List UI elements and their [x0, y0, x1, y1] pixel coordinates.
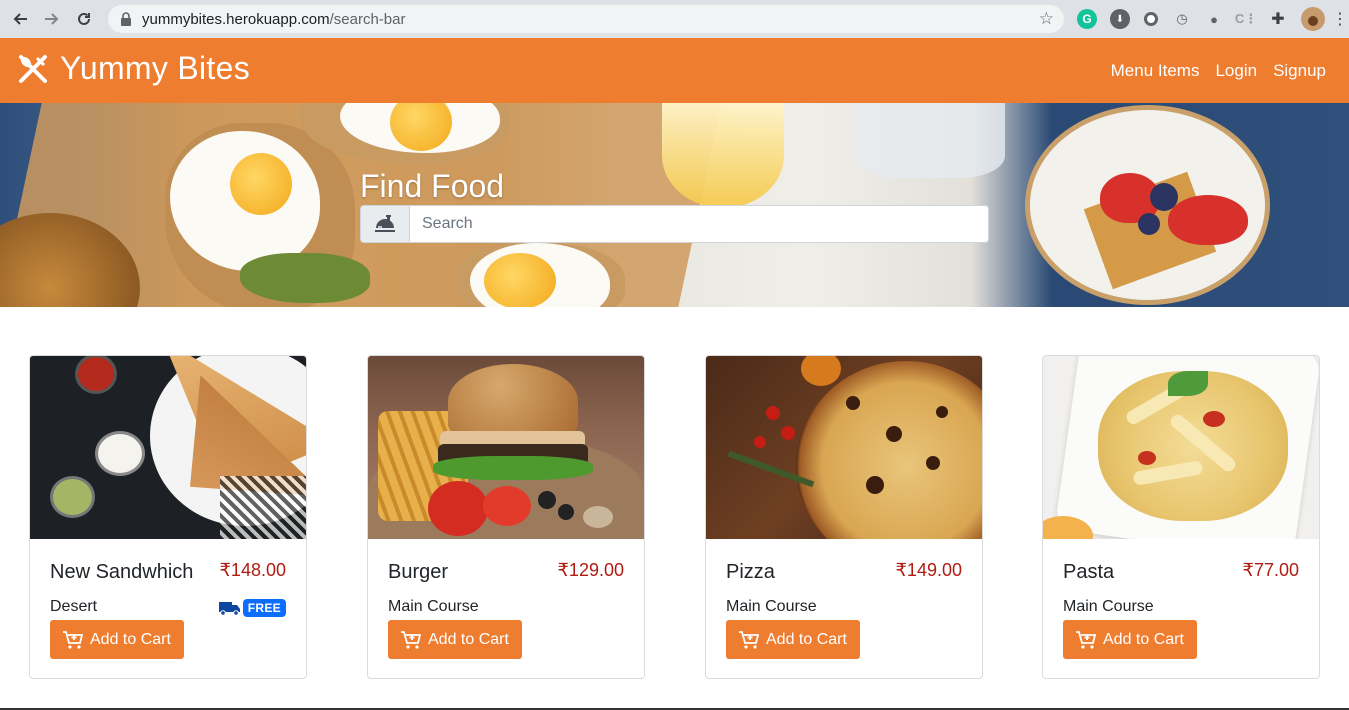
- food-tray-icon: [375, 215, 395, 232]
- nav-signup-link[interactable]: Signup: [1273, 61, 1326, 81]
- hero-blueberry-1: [1150, 183, 1178, 211]
- card-title: Pizza: [726, 561, 775, 583]
- brand-name: Yummy Bites: [60, 50, 251, 86]
- forward-arrow-icon[interactable]: [36, 0, 68, 38]
- cart-plus-icon: [401, 630, 422, 649]
- profile-avatar[interactable]: [1301, 7, 1325, 31]
- nav-login-link[interactable]: Login: [1215, 61, 1257, 81]
- search-group: [360, 205, 989, 243]
- search-input[interactable]: [410, 206, 988, 242]
- site-navbar: Yummy Bites Menu Items Login Signup: [0, 38, 1349, 103]
- nav-links: Menu Items Login Signup: [1111, 61, 1326, 81]
- burger-image: [368, 356, 644, 539]
- nav-menu-items-link[interactable]: Menu Items: [1111, 61, 1200, 81]
- pin-extension-icon[interactable]: ●: [1204, 9, 1224, 29]
- add-to-cart-button[interactable]: Add to Cart: [50, 620, 184, 659]
- lock-icon: [120, 12, 134, 26]
- url-path: /search-bar: [329, 10, 406, 28]
- hero-banner: Find Food: [0, 103, 1349, 307]
- add-to-cart-label: Add to Cart: [1103, 630, 1184, 648]
- card-title: Burger: [388, 561, 449, 583]
- url-host: yummybites.herokuapp.com: [142, 10, 330, 28]
- card-category: Main Course: [726, 598, 817, 615]
- clock-extension-icon[interactable]: ◷: [1172, 9, 1192, 29]
- hero-title: Find Food: [360, 168, 505, 204]
- cc-extension-icon[interactable]: C⋮: [1235, 9, 1257, 29]
- bookmark-star-icon[interactable]: ☆: [1039, 9, 1054, 29]
- menu-card-pizza: Pizza ₹149.00 Main Course Add to Cart: [705, 355, 983, 679]
- card-price: ₹148.00: [219, 560, 286, 580]
- card-price: ₹77.00: [1242, 560, 1300, 580]
- download-extension-icon[interactable]: ⬇: [1110, 9, 1130, 29]
- hero-yolk-1: [230, 153, 292, 215]
- card-title: Pasta: [1063, 561, 1115, 583]
- browser-menu-icon[interactable]: ⋮: [1330, 9, 1349, 29]
- add-to-cart-button[interactable]: Add to Cart: [1063, 620, 1197, 659]
- card-title: New Sandwhich: [50, 561, 194, 583]
- address-bar[interactable]: yummybites.herokuapp.com/search-bar ☆: [108, 5, 1064, 33]
- hero-water-glass: [855, 103, 1005, 178]
- browser-toolbar: yummybites.herokuapp.com/search-bar ☆ G …: [0, 0, 1349, 38]
- add-to-cart-label: Add to Cart: [766, 630, 847, 648]
- add-to-cart-button[interactable]: Add to Cart: [388, 620, 522, 659]
- free-delivery-badge: FREE: [218, 599, 286, 617]
- extensions-puzzle-icon[interactable]: ✚: [1268, 9, 1288, 29]
- pizza-image: [706, 356, 982, 539]
- free-label: FREE: [242, 599, 286, 617]
- cart-plus-icon: [1076, 630, 1097, 649]
- add-to-cart-label: Add to Cart: [90, 630, 171, 648]
- reload-icon[interactable]: [68, 0, 100, 38]
- menu-card-burger: Burger ₹129.00 Main Course Add to Cart: [367, 355, 645, 679]
- card-category: Main Course: [1063, 598, 1154, 615]
- cart-plus-icon: [739, 630, 760, 649]
- back-arrow-icon[interactable]: [4, 0, 36, 38]
- menu-card-sandwich: New Sandwhich ₹148.00 Desert FREE Add to…: [29, 355, 307, 679]
- add-to-cart-button[interactable]: Add to Cart: [726, 620, 860, 659]
- menu-card-pasta: Pasta ₹77.00 Main Course Add to Cart: [1042, 355, 1320, 679]
- hero-juice-glass: [662, 103, 784, 208]
- brand-link[interactable]: Yummy Bites: [18, 50, 250, 87]
- cart-plus-icon: [63, 630, 84, 649]
- hero-yolk-3: [484, 253, 556, 307]
- pasta-image: [1043, 356, 1319, 539]
- add-to-cart-label: Add to Cart: [428, 630, 509, 648]
- card-price: ₹129.00: [557, 560, 624, 580]
- hero-avocado-1: [240, 253, 370, 303]
- utensils-icon: [19, 54, 47, 83]
- hero-strawberry-2: [1168, 195, 1248, 245]
- record-extension-icon[interactable]: [1141, 9, 1161, 29]
- grammarly-extension-icon[interactable]: G: [1077, 9, 1097, 29]
- card-category: Desert: [50, 598, 98, 615]
- card-category: Main Course: [388, 598, 479, 615]
- sandwich-image: [30, 356, 306, 539]
- truck-icon: [218, 602, 240, 616]
- food-search-addon: [361, 206, 410, 242]
- hero-blueberry-2: [1138, 213, 1160, 235]
- card-price: ₹149.00: [895, 560, 962, 580]
